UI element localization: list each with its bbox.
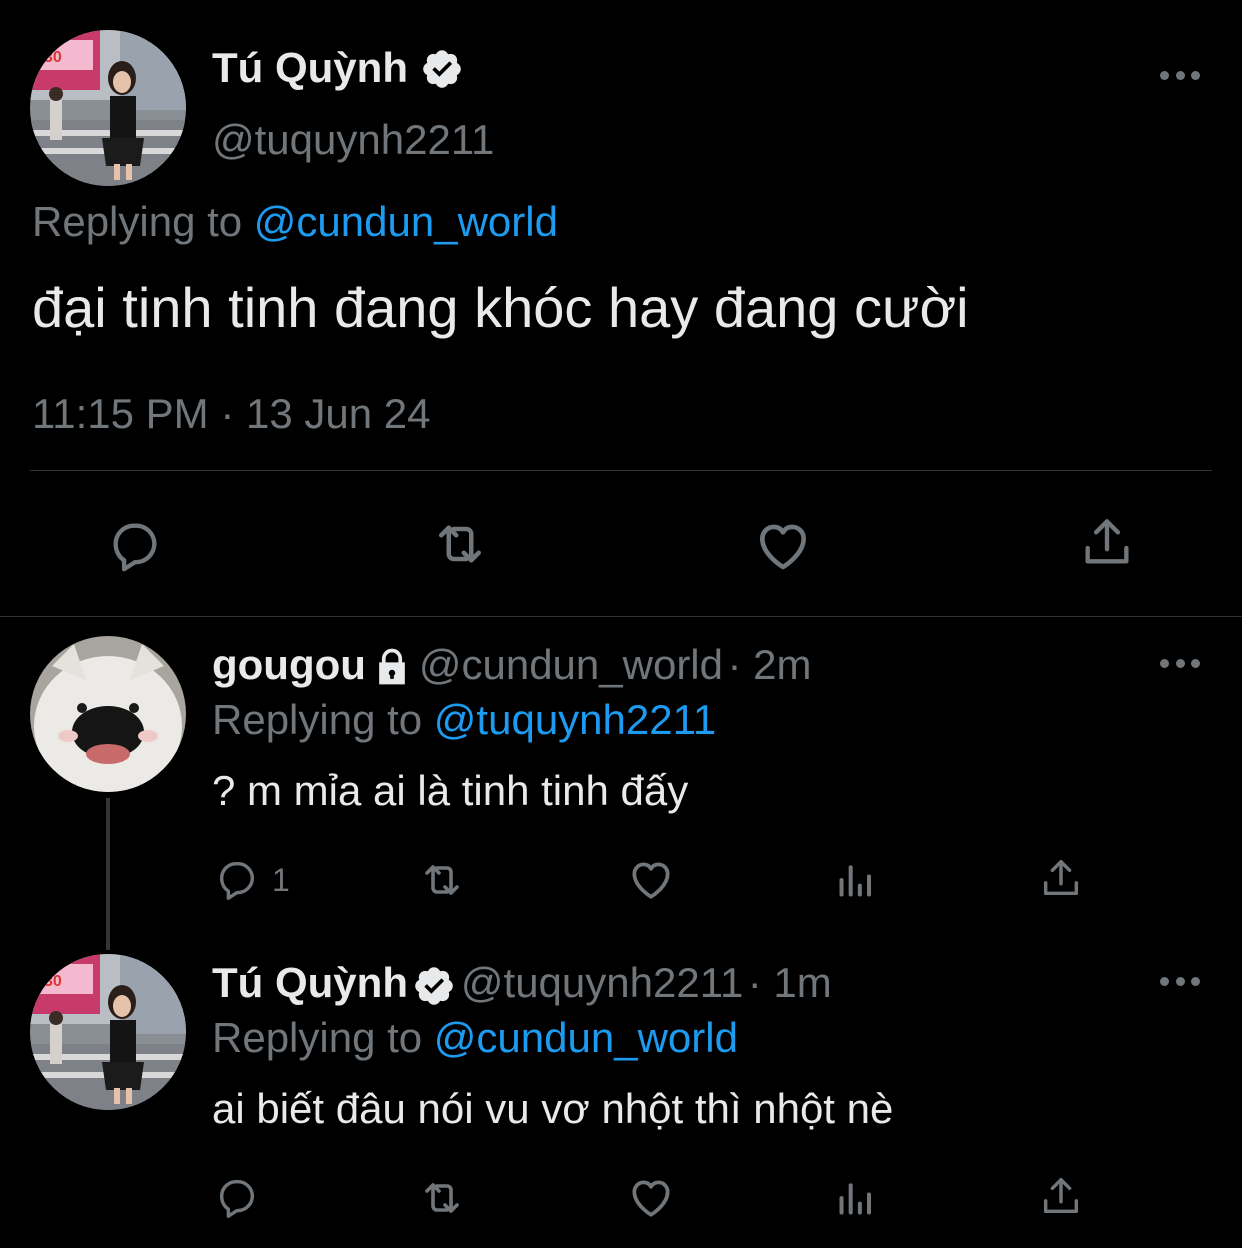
replying-to: Replying to @cundun_world <box>32 198 558 246</box>
more-icon[interactable] <box>1160 69 1200 81</box>
author-handle[interactable]: @tuquynh2211 <box>461 959 743 1006</box>
views-icon[interactable] <box>834 858 878 902</box>
replying-to-prefix: Replying to <box>212 696 423 743</box>
thread-line <box>106 798 110 950</box>
tweet-text: đại tinh tinh đang khóc hay đang cười <box>32 276 969 339</box>
replying-to: Replying to @tuquynh2211 <box>212 696 716 744</box>
tweet-time[interactable]: · 2m <box>727 641 811 688</box>
reply-icon[interactable] <box>214 856 260 902</box>
share-icon[interactable] <box>1078 512 1136 572</box>
share-icon[interactable] <box>1038 1172 1084 1220</box>
tweet-timestamp[interactable]: 11:15 PM · 13 Jun 24 <box>32 390 430 438</box>
like-icon[interactable] <box>626 854 676 904</box>
avatar[interactable] <box>30 636 186 792</box>
like-icon[interactable] <box>626 1172 676 1222</box>
tweet-text: ? m mỉa ai là tinh tinh đấy <box>212 767 689 814</box>
reply-icon[interactable] <box>106 516 164 574</box>
avatar[interactable]: 30 <box>30 30 186 186</box>
replying-to: Replying to @cundun_world <box>212 1014 738 1062</box>
avatar-image <box>30 636 186 792</box>
views-icon[interactable] <box>834 1176 878 1220</box>
like-icon[interactable] <box>752 514 814 576</box>
avatar-image: 30 <box>30 954 186 1110</box>
retweet-icon[interactable] <box>416 856 468 904</box>
retweet-icon[interactable] <box>428 514 492 574</box>
avatar-image: 30 <box>30 30 186 186</box>
author-name[interactable]: gougou <box>212 641 366 688</box>
section-divider <box>0 616 1242 617</box>
share-icon[interactable] <box>1038 854 1084 902</box>
more-icon[interactable] <box>1160 975 1200 987</box>
retweet-icon[interactable] <box>416 1174 468 1222</box>
author-handle[interactable]: @cundun_world <box>419 641 723 688</box>
replying-to-link[interactable]: @cundun_world <box>434 1014 738 1061</box>
verified-badge-icon <box>420 47 464 95</box>
reply-icon[interactable] <box>214 1174 260 1220</box>
author-name[interactable]: Tú Quỳnh <box>212 959 408 1006</box>
replying-to-prefix: Replying to <box>32 198 243 245</box>
reply-count: 1 <box>272 862 290 898</box>
svg-text:30: 30 <box>44 49 62 66</box>
author-name[interactable]: Tú Quỳnh <box>212 44 464 95</box>
reply-header: Tú Quỳnh @tuquynh2211 · 1m <box>212 959 832 1022</box>
more-icon[interactable] <box>1160 657 1200 669</box>
replying-to-link[interactable]: @tuquynh2211 <box>434 696 716 743</box>
avatar[interactable]: 30 <box>30 954 186 1110</box>
replying-to-link[interactable]: @cundun_world <box>254 198 558 245</box>
tweet-time[interactable]: · 1m <box>748 959 832 1006</box>
author-name-text[interactable]: Tú Quỳnh <box>212 44 408 91</box>
replying-to-prefix: Replying to <box>212 1014 423 1061</box>
author-handle[interactable]: @tuquynh2211 <box>212 116 494 164</box>
tweet-text: ai biết đâu nói vu vơ nhột thì nhột nè <box>212 1085 894 1132</box>
svg-text:30: 30 <box>44 973 62 990</box>
divider <box>30 470 1212 471</box>
